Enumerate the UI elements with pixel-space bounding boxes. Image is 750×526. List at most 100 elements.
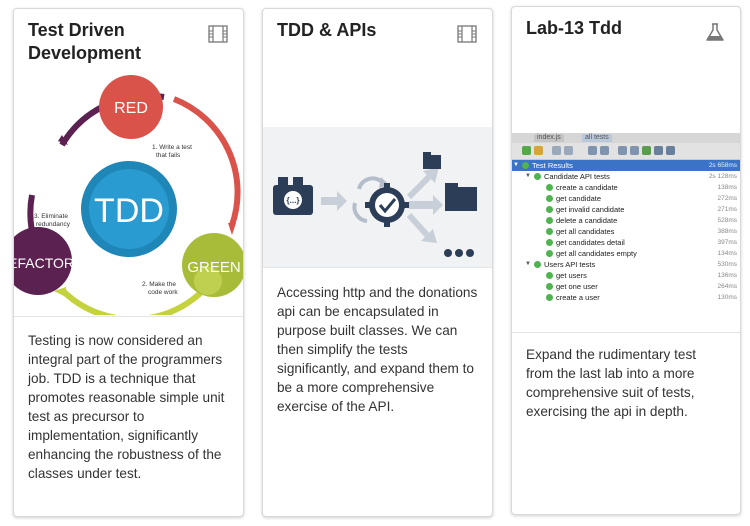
more-dots-icon — [444, 249, 474, 257]
collapse-icon — [600, 146, 609, 155]
test-duration: 2s 658ms — [708, 162, 737, 169]
step3-line1: 3. Eliminate — [34, 213, 68, 220]
test-results-tree: ▼ Test Results 2s 658ms ▼ Candidate API test… — [512, 160, 740, 329]
test-label: get candidate — [556, 194, 602, 203]
test-label: Users API tests — [544, 260, 596, 269]
rerun-icon — [522, 146, 531, 155]
divider — [14, 316, 243, 317]
pass-status-icon — [546, 195, 553, 202]
test-label: create a candidate — [556, 183, 618, 192]
folder-icon-large — [445, 183, 477, 211]
sort-icon — [564, 146, 573, 155]
down-icon — [630, 146, 639, 155]
expand-arrow-icon[interactable]: ▼ — [513, 160, 519, 171]
test-duration: 136ms — [717, 272, 737, 279]
test-label: get all candidates empty — [556, 249, 637, 258]
test-case-row[interactable]: get candidates detail 397ms — [512, 237, 740, 248]
pass-status-icon — [546, 217, 553, 224]
card-description: Expand the rudimentary test from the las… — [526, 347, 697, 419]
step2-line1: 2. Make the — [142, 281, 176, 288]
card-description: Testing is now considered an integral pa… — [28, 333, 225, 481]
settings-icon — [666, 146, 675, 155]
up-icon — [618, 146, 627, 155]
red-label: RED — [114, 100, 148, 117]
flask-icon — [706, 23, 724, 41]
test-suite-row[interactable]: ▼ Test Results 2s 658ms — [512, 160, 740, 171]
test-duration: 138ms — [717, 184, 737, 191]
api-box-icon: {...} — [273, 177, 313, 215]
gear-check-icon — [365, 183, 409, 227]
test-duration: 530ms — [717, 261, 737, 268]
pass-status-icon — [546, 250, 553, 257]
pass-status-icon — [546, 206, 553, 213]
expand-arrow-icon[interactable]: ▼ — [525, 259, 531, 270]
stop-icon — [534, 146, 543, 155]
test-case-row[interactable]: delete a candidate 528ms — [512, 215, 740, 226]
step1-line2: that fails — [156, 152, 181, 159]
test-case-row[interactable]: get all candidates empty 134ms — [512, 248, 740, 259]
test-label: get all candidates — [556, 227, 615, 236]
test-case-row[interactable]: get invalid candidate 271ms — [512, 204, 740, 215]
expand-icon — [588, 146, 597, 155]
pass-status-icon — [522, 162, 529, 169]
step2-line2: code work — [148, 289, 178, 296]
export-icon — [642, 146, 651, 155]
test-duration: 130ms — [717, 294, 737, 301]
step3-line2: redundancy — [36, 221, 71, 228]
lesson-card-lab13[interactable]: Lab-13 Tdd index.js all tests ▼ Test Res… — [511, 6, 741, 515]
tab-all-tests: all tests — [582, 134, 612, 142]
pass-status-icon — [546, 272, 553, 279]
test-duration: 397ms — [717, 239, 737, 246]
card-title[interactable]: Lab-13 Tdd — [526, 17, 622, 40]
pass-status-icon — [546, 294, 553, 301]
test-label: delete a candidate — [556, 216, 618, 225]
refactor-label: REFACTOR — [14, 255, 74, 271]
test-case-row[interactable]: create a user 130ms — [512, 292, 740, 303]
test-case-row[interactable]: create a candidate 138ms — [512, 182, 740, 193]
test-duration: 271ms — [717, 206, 737, 213]
pass-status-icon — [546, 239, 553, 246]
test-label: create a user — [556, 293, 600, 302]
divider — [263, 267, 492, 268]
brace-label: {...} — [287, 196, 300, 205]
test-label: Candidate API tests — [544, 172, 610, 181]
expand-arrow-icon[interactable]: ▼ — [525, 171, 531, 182]
green-label: GREEN — [187, 259, 240, 276]
card-title[interactable]: TDD & APIs — [277, 19, 376, 42]
editor-tabs: index.js all tests — [512, 133, 740, 143]
test-toolbar — [512, 143, 740, 160]
test-duration: 2s 128ms — [708, 173, 737, 180]
test-duration: 388ms — [717, 228, 737, 235]
test-duration: 272ms — [717, 195, 737, 202]
api-process-diagram: {...} — [263, 127, 492, 267]
pass-status-icon — [534, 261, 541, 268]
test-case-row[interactable]: get one user 264ms — [512, 281, 740, 292]
pass-status-icon — [546, 184, 553, 191]
toggle-icon — [552, 146, 561, 155]
lesson-card-tdd-apis[interactable]: TDD & APIs {...} Accessing http and the … — [262, 8, 493, 517]
test-label: Test Results — [532, 161, 573, 170]
test-case-row[interactable]: get users 136ms — [512, 270, 740, 281]
pass-status-icon — [546, 283, 553, 290]
tdd-cycle-diagram: RED TDD GREEN REFACTOR 1. Write a test t… — [14, 75, 243, 315]
test-suite-row[interactable]: ▼ Users API tests 530ms — [512, 259, 740, 270]
test-label: get candidates detail — [556, 238, 625, 247]
folder-icon-small — [423, 152, 441, 169]
test-label: get one user — [556, 282, 598, 291]
test-results-screenshot: index.js all tests ▼ Test Results 2s 658ms… — [512, 133, 740, 329]
test-label: get users — [556, 271, 587, 280]
test-case-row[interactable]: get all candidates 388ms — [512, 226, 740, 237]
test-case-row[interactable]: get candidate 272ms — [512, 193, 740, 204]
test-duration: 264ms — [717, 283, 737, 290]
card-title[interactable]: Test Driven Development — [28, 19, 198, 65]
card-description: Accessing http and the donations api can… — [277, 285, 478, 414]
lesson-card-tdd[interactable]: Test Driven Development RED TDD GREEN FA… — [13, 8, 244, 517]
test-label: get invalid candidate — [556, 205, 625, 214]
pass-status-icon — [546, 228, 553, 235]
tdd-center-label: TDD — [94, 192, 164, 230]
tab-index-js: index.js — [534, 134, 564, 142]
test-duration: 528ms — [717, 217, 737, 224]
pass-status-icon — [534, 173, 541, 180]
search-icon — [654, 146, 663, 155]
test-suite-row[interactable]: ▼ Candidate API tests 2s 128ms — [512, 171, 740, 182]
